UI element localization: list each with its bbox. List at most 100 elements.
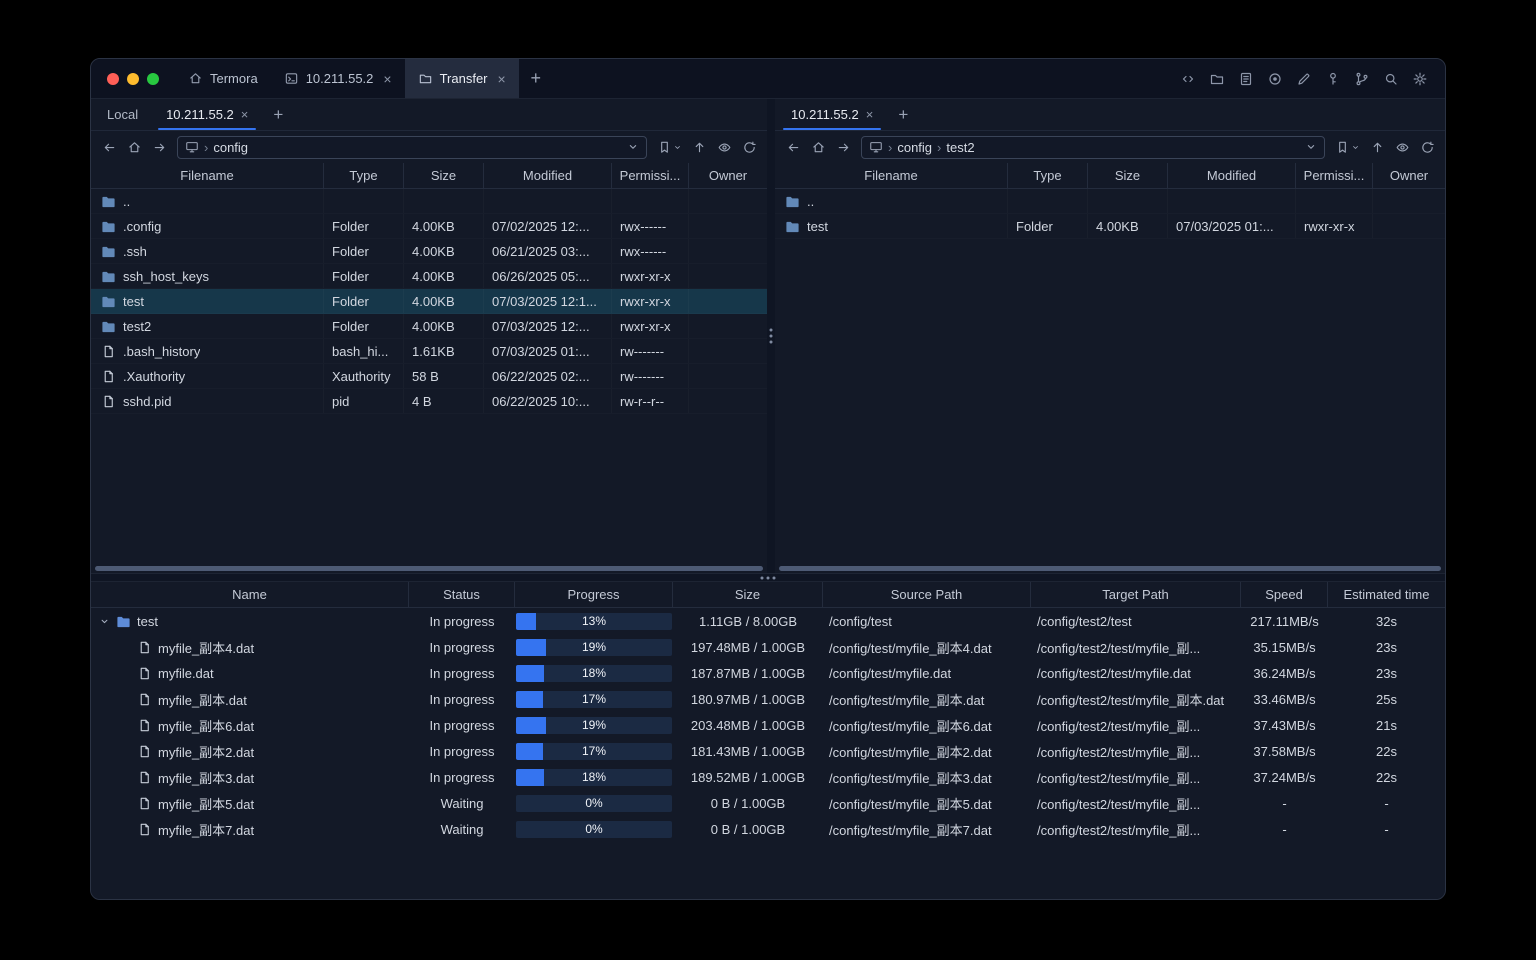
pane-new-tab-button[interactable]: + bbox=[262, 99, 294, 130]
scrollbar-thumb[interactable] bbox=[779, 565, 1441, 571]
window-tab-termora[interactable]: Termora bbox=[175, 59, 271, 98]
breadcrumb-item[interactable]: config bbox=[213, 140, 248, 155]
close-window-button[interactable] bbox=[107, 72, 119, 85]
titlebar: Termora 10.211.55.2 × Transfer × + bbox=[91, 59, 1445, 99]
path-field[interactable]: › config › test2 bbox=[861, 135, 1325, 159]
pane-tab-10-211-55-2[interactable]: 10.211.55.2 × bbox=[777, 99, 887, 130]
transfer-speed: - bbox=[1282, 821, 1287, 837]
forward-button[interactable] bbox=[147, 135, 171, 159]
transfer-column-header-source-path[interactable]: Source Path bbox=[823, 582, 1031, 607]
transfer-row[interactable]: myfile_副本3.dat In progress 18% 189.52MB … bbox=[91, 764, 1445, 790]
home-button[interactable] bbox=[806, 135, 830, 159]
file-row[interactable]: .bash_history bash_hi... 1.61KB 07/03/20… bbox=[91, 339, 767, 364]
back-button[interactable] bbox=[781, 135, 805, 159]
file-row[interactable]: .config Folder 4.00KB 07/02/2025 12:... … bbox=[91, 214, 767, 239]
transfer-row[interactable]: myfile_副本2.dat In progress 17% 181.43MB … bbox=[91, 738, 1445, 764]
transfer-row[interactable]: myfile_副本7.dat Waiting 0% 0 B / 1.00GB /… bbox=[91, 816, 1445, 842]
file-row[interactable]: ssh_host_keys Folder 4.00KB 06/26/2025 0… bbox=[91, 264, 767, 289]
column-header-owner[interactable]: Owner bbox=[1373, 163, 1445, 188]
breadcrumb-item[interactable]: config bbox=[897, 140, 932, 155]
transfer-column-header-estimated-time[interactable]: Estimated time bbox=[1328, 582, 1445, 607]
column-header-modified[interactable]: Modified bbox=[484, 163, 612, 188]
file-row[interactable]: .. bbox=[91, 189, 767, 214]
new-window-tab-button[interactable]: + bbox=[519, 59, 553, 98]
zoom-window-button[interactable] bbox=[147, 72, 159, 85]
transfer-column-header-speed[interactable]: Speed bbox=[1241, 582, 1328, 607]
column-header-owner[interactable]: Owner bbox=[689, 163, 767, 188]
column-header-size[interactable]: Size bbox=[404, 163, 484, 188]
column-header-permissi[interactable]: Permissi... bbox=[1296, 163, 1373, 188]
key-icon[interactable] bbox=[1320, 66, 1346, 92]
breadcrumb-separator: › bbox=[888, 139, 893, 155]
column-header-size[interactable]: Size bbox=[1088, 163, 1168, 188]
transfer-row[interactable]: myfile.dat In progress 18% 187.87MB / 1.… bbox=[91, 660, 1445, 686]
path-dropdown-icon[interactable] bbox=[1305, 141, 1317, 153]
transfer-column-header-name[interactable]: Name bbox=[91, 582, 409, 607]
close-tab-icon[interactable]: × bbox=[241, 108, 249, 121]
record-icon[interactable] bbox=[1262, 66, 1288, 92]
window-tab-10-211-55-2[interactable]: 10.211.55.2 × bbox=[271, 59, 405, 98]
edit-icon[interactable] bbox=[1291, 66, 1317, 92]
window-tab-transfer[interactable]: Transfer × bbox=[404, 59, 519, 98]
transfer-source-path: /config/test/myfile_副本7.dat bbox=[829, 822, 992, 838]
file-row[interactable]: .. bbox=[775, 189, 1445, 214]
column-header-type[interactable]: Type bbox=[1008, 163, 1088, 188]
file-row[interactable]: test Folder 4.00KB 07/03/2025 12:1... rw… bbox=[91, 289, 767, 314]
column-header-permissi[interactable]: Permissi... bbox=[612, 163, 689, 188]
horizontal-scrollbar[interactable] bbox=[775, 563, 1445, 573]
horizontal-splitter[interactable] bbox=[91, 573, 1445, 582]
up-button[interactable] bbox=[687, 135, 711, 159]
column-header-filename[interactable]: Filename bbox=[775, 163, 1008, 188]
file-row[interactable]: .ssh Folder 4.00KB 06/21/2025 03:... rwx… bbox=[91, 239, 767, 264]
expander-icon[interactable] bbox=[99, 616, 110, 627]
transfer-row[interactable]: myfile_副本6.dat In progress 19% 203.48MB … bbox=[91, 712, 1445, 738]
transfer-row[interactable]: myfile_副本.dat In progress 17% 180.97MB /… bbox=[91, 686, 1445, 712]
show-hidden-button[interactable] bbox=[1390, 135, 1414, 159]
show-hidden-button[interactable] bbox=[712, 135, 736, 159]
file-row[interactable]: test2 Folder 4.00KB 07/03/2025 12:... rw… bbox=[91, 314, 767, 339]
transfer-column-header-progress[interactable]: Progress bbox=[515, 582, 673, 607]
bookmark-button[interactable] bbox=[1331, 135, 1364, 159]
forward-button[interactable] bbox=[831, 135, 855, 159]
close-tab-icon[interactable]: × bbox=[383, 72, 391, 86]
breadcrumb-item[interactable]: test2 bbox=[946, 140, 974, 155]
up-button[interactable] bbox=[1365, 135, 1389, 159]
branch-icon[interactable] bbox=[1349, 66, 1375, 92]
column-header-type[interactable]: Type bbox=[324, 163, 404, 188]
transfer-row[interactable]: test In progress 13% 1.11GB / 8.00GB /co… bbox=[91, 608, 1445, 634]
file-row[interactable]: .Xauthority Xauthority 58 B 06/22/2025 0… bbox=[91, 364, 767, 389]
path-field[interactable]: › config bbox=[177, 135, 647, 159]
right-file-pane: 10.211.55.2 × + › config › test2 Filename Type… bbox=[775, 99, 1445, 573]
transfer-column-header-target-path[interactable]: Target Path bbox=[1031, 582, 1241, 607]
column-header-filename[interactable]: Filename bbox=[91, 163, 324, 188]
refresh-button[interactable] bbox=[1415, 135, 1439, 159]
close-tab-icon[interactable]: × bbox=[866, 108, 874, 121]
close-tab-icon[interactable]: × bbox=[498, 72, 506, 86]
bookmark-button[interactable] bbox=[653, 135, 686, 159]
minimize-window-button[interactable] bbox=[127, 72, 139, 85]
transfer-column-header-status[interactable]: Status bbox=[409, 582, 515, 607]
home-button[interactable] bbox=[122, 135, 146, 159]
back-button[interactable] bbox=[97, 135, 121, 159]
transfer-row[interactable]: myfile_副本4.dat In progress 19% 197.48MB … bbox=[91, 634, 1445, 660]
pane-new-tab-button[interactable]: + bbox=[887, 99, 919, 130]
transfer-column-header-size[interactable]: Size bbox=[673, 582, 823, 607]
path-dropdown-icon[interactable] bbox=[627, 141, 639, 153]
folder-icon[interactable] bbox=[1204, 66, 1230, 92]
pane-tab-10-211-55-2[interactable]: 10.211.55.2 × bbox=[152, 99, 262, 130]
column-header-modified[interactable]: Modified bbox=[1168, 163, 1296, 188]
file-row[interactable]: sshd.pid pid 4 B 06/22/2025 10:... rw-r-… bbox=[91, 389, 767, 414]
settings-icon[interactable] bbox=[1407, 66, 1433, 92]
pane-tab-local[interactable]: Local bbox=[93, 99, 152, 130]
journal-icon[interactable] bbox=[1233, 66, 1259, 92]
file-owner bbox=[1373, 189, 1445, 213]
code-icon[interactable] bbox=[1175, 66, 1201, 92]
transfer-row[interactable]: myfile_副本5.dat Waiting 0% 0 B / 1.00GB /… bbox=[91, 790, 1445, 816]
horizontal-scrollbar[interactable] bbox=[91, 563, 767, 573]
transfer-target-path: /config/test2/test/myfile_副本.dat bbox=[1037, 692, 1225, 708]
scrollbar-thumb[interactable] bbox=[95, 565, 763, 571]
vertical-splitter[interactable] bbox=[767, 99, 775, 573]
refresh-button[interactable] bbox=[737, 135, 761, 159]
search-icon[interactable] bbox=[1378, 66, 1404, 92]
file-row[interactable]: test Folder 4.00KB 07/03/2025 01:... rwx… bbox=[775, 214, 1445, 239]
